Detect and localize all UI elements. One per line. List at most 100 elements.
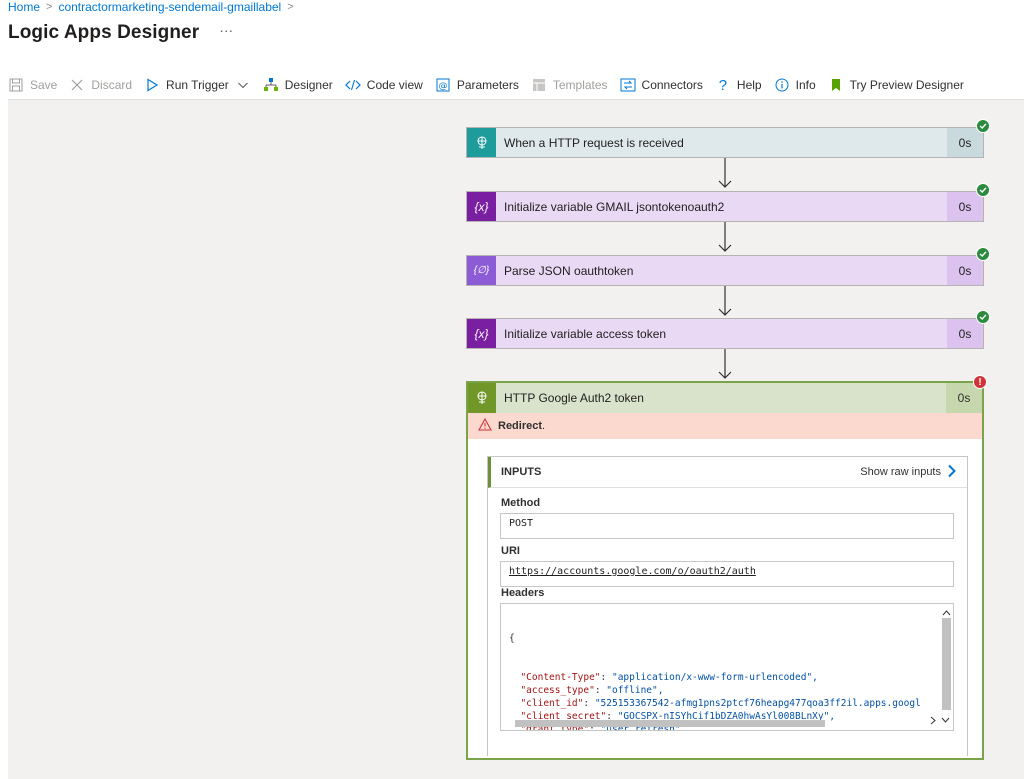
more-actions-button[interactable]: ··· xyxy=(219,22,233,38)
json-open-brace: { xyxy=(509,633,515,644)
step-title: Parse JSON oauthtoken xyxy=(496,256,947,285)
chevron-down-icon xyxy=(235,77,251,93)
play-icon xyxy=(144,77,160,93)
method-label: Method xyxy=(501,497,541,509)
designer-button[interactable]: Designer xyxy=(263,77,333,93)
inputs-header: INPUTS Show raw inputs xyxy=(488,457,967,488)
templates-button[interactable]: Templates xyxy=(531,77,608,93)
success-check-icon xyxy=(976,310,990,324)
breadcrumb-home-link[interactable]: Home xyxy=(8,0,40,14)
parameters-button[interactable]: @ Parameters xyxy=(435,77,519,93)
info-button[interactable]: Info xyxy=(774,77,816,93)
svg-text:@: @ xyxy=(438,82,447,92)
success-check-icon xyxy=(976,183,990,197)
step-duration: 0s xyxy=(947,319,983,348)
try-preview-designer-button[interactable]: Try Preview Designer xyxy=(828,77,964,93)
variable-icon: {x} xyxy=(467,192,496,221)
flow-arrow xyxy=(718,286,732,316)
run-trigger-button[interactable]: Run Trigger xyxy=(144,77,251,93)
help-button[interactable]: ? Help xyxy=(715,77,762,94)
discard-button[interactable]: Discard xyxy=(69,77,132,93)
show-raw-inputs-label: Show raw inputs xyxy=(860,466,941,478)
save-button[interactable]: Save xyxy=(8,77,57,93)
step-http-google-auth2-token: HTTP Google Auth2 token 0s ! Redirect. I… xyxy=(466,375,987,760)
designer-label: Designer xyxy=(284,78,333,92)
header-value: "application/x-www-form-urlencoded", xyxy=(611,672,818,683)
info-icon xyxy=(774,77,790,93)
headers-code-block[interactable]: { "Content-Type": "application/x-www-for… xyxy=(500,603,954,731)
page-title: Logic Apps Designer xyxy=(8,22,200,43)
save-label: Save xyxy=(30,78,58,92)
error-banner: Redirect. xyxy=(468,413,982,439)
info-label: Info xyxy=(795,78,816,92)
save-icon xyxy=(8,77,24,93)
http-request-icon xyxy=(467,128,496,157)
header-key: "client_id" xyxy=(520,698,584,709)
error-icon: ! xyxy=(973,375,987,389)
breadcrumb-separator: > xyxy=(287,0,294,13)
uri-label: URI xyxy=(501,545,520,557)
method-value: POST xyxy=(500,513,954,539)
uri-link[interactable]: https://accounts.google.com/o/oauth2/aut… xyxy=(509,566,756,577)
flow-arrow xyxy=(718,158,732,188)
designer-icon xyxy=(263,77,279,93)
error-message: Redirect xyxy=(498,420,543,432)
step-duration: 0s xyxy=(947,192,983,221)
step-initialize-variable-access-token[interactable]: {x} Initialize variable access token 0s xyxy=(466,310,990,349)
variable-icon: {x} xyxy=(467,319,496,348)
http-icon xyxy=(468,383,496,413)
parse-json-icon: {∅} xyxy=(467,256,496,285)
step-duration: 0s xyxy=(947,256,983,285)
templates-label: Templates xyxy=(552,78,608,92)
run-trigger-label: Run Trigger xyxy=(166,78,229,92)
code-icon xyxy=(344,77,361,93)
designer-toolbar: Save Discard Run Trigger Designer Code v… xyxy=(8,74,976,96)
step-title: Initialize variable access token xyxy=(496,319,947,348)
flow-arrow xyxy=(718,349,732,379)
inputs-heading: INPUTS xyxy=(501,466,542,478)
scroll-thumb[interactable] xyxy=(942,618,951,710)
step-parse-json-oauthtoken[interactable]: {∅} Parse JSON oauthtoken 0s xyxy=(466,247,990,286)
vertical-scrollbar[interactable] xyxy=(940,604,952,718)
header-value: "offline", xyxy=(606,685,664,696)
help-label: Help xyxy=(736,78,762,92)
chevron-right-icon xyxy=(947,464,957,481)
step-title: HTTP Google Auth2 token xyxy=(504,391,644,405)
breadcrumb-separator: > xyxy=(46,0,53,13)
try-preview-label: Try Preview Designer xyxy=(849,78,964,92)
step-http-request-trigger[interactable]: When a HTTP request is received 0s xyxy=(466,119,990,158)
uri-value: https://accounts.google.com/o/oauth2/aut… xyxy=(500,561,954,587)
headers-json: { "Content-Type": "application/x-www-for… xyxy=(509,606,941,730)
step-title: Initialize variable GMAIL jsontokenoauth… xyxy=(496,192,947,221)
step-header[interactable]: HTTP Google Auth2 token 0s xyxy=(468,383,982,413)
horizontal-scrollbar[interactable] xyxy=(515,720,825,727)
header-line: "access_type": "offline", xyxy=(520,685,664,696)
inputs-panel: INPUTS Show raw inputs Method POST URI h… xyxy=(487,456,968,756)
code-view-label: Code view xyxy=(366,78,423,92)
step-duration: 0s xyxy=(947,128,983,157)
breadcrumb-resource-link[interactable]: contractormarketing-sendemail-gmaillabel xyxy=(58,0,281,14)
header-key: "Content-Type" xyxy=(520,672,601,683)
step-initialize-variable-gmail[interactable]: {x} Initialize variable GMAIL jsontokeno… xyxy=(466,183,990,222)
connectors-button[interactable]: Connectors xyxy=(620,77,703,93)
breadcrumb: Home > contractormarketing-sendemail-gma… xyxy=(8,0,294,14)
header-key: "access_type" xyxy=(520,685,595,696)
header-line: "Content-Type": "application/x-www-form-… xyxy=(520,672,818,683)
parameters-icon: @ xyxy=(435,77,451,93)
discard-label: Discard xyxy=(91,78,133,92)
error-message-period: . xyxy=(542,420,546,432)
flow-arrow xyxy=(718,222,732,252)
close-icon xyxy=(69,77,85,93)
parameters-label: Parameters xyxy=(456,78,519,92)
scroll-down-icon xyxy=(941,711,950,729)
bookmark-icon xyxy=(828,77,844,93)
scroll-right-icon xyxy=(929,712,937,730)
success-check-icon xyxy=(976,247,990,261)
headers-label: Headers xyxy=(501,587,545,599)
header-value: "525153367542-afmg1pns2ptcf76heapg477qoa… xyxy=(594,698,921,709)
connectors-icon xyxy=(620,77,636,93)
code-view-button[interactable]: Code view xyxy=(344,77,423,93)
show-raw-inputs-link[interactable]: Show raw inputs xyxy=(860,464,957,481)
header-line: "client_id": "525153367542-afmg1pns2ptcf… xyxy=(520,698,921,709)
templates-icon xyxy=(531,77,547,93)
